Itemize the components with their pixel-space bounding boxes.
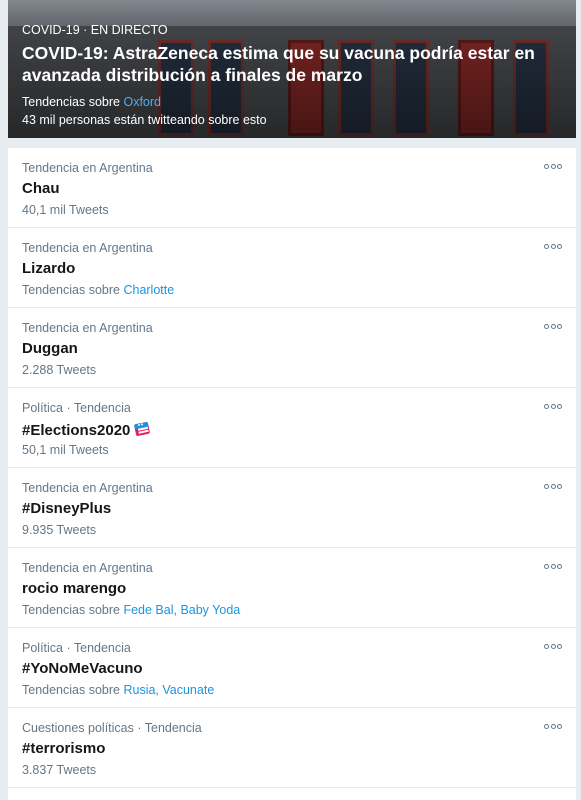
trends-panel: COVID-19 · EN DIRECTO COVID-19: AstraZen… xyxy=(7,0,577,800)
trend-tweet-count: 40,1 mil Tweets xyxy=(22,203,109,217)
more-options-icon[interactable] xyxy=(544,720,562,732)
trend-tweet-count: 2.288 Tweets xyxy=(22,363,97,377)
section-gap xyxy=(8,138,576,148)
trending-with-link[interactable]: Fede Bal, Baby Yoda xyxy=(123,603,240,617)
trend-related: Tendencias sobre Charlotte xyxy=(22,283,174,298)
trend-item[interactable]: Cuestiones políticas · Tendencia #terror… xyxy=(8,708,576,788)
more-options-icon[interactable] xyxy=(544,320,562,332)
trending-with-label: Tendencias sobre xyxy=(22,95,120,109)
trend-name-text: #Elections2020 xyxy=(22,422,131,439)
trending-with-link[interactable]: Oxford xyxy=(123,95,161,109)
trend-tweet-count: 9.935 Tweets xyxy=(22,523,97,537)
trend-name[interactable]: Duggan xyxy=(22,339,78,358)
trending-with-label: Tendencias sobre xyxy=(22,603,120,617)
trend-name[interactable]: #terrorismo xyxy=(22,739,105,758)
more-options-icon[interactable] xyxy=(544,240,562,252)
trending-with-label: Tendencias sobre xyxy=(22,683,120,697)
trend-context: Política · Tendencia xyxy=(22,641,131,655)
trend-item[interactable]: Tendencia en Argentina #DisneyPlus 9.935… xyxy=(8,468,576,548)
trend-tweet-count: 50,1 mil Tweets xyxy=(22,443,109,457)
trend-context: Tendencia en Argentina xyxy=(22,481,153,495)
trend-tweet-count: 3.837 Tweets xyxy=(22,763,97,777)
trend-name[interactable]: Lizardo xyxy=(22,259,75,278)
trend-item[interactable]: Tendencia en Argentina Chau 40,1 mil Twe… xyxy=(8,148,576,228)
trend-name[interactable]: #Elections2020 xyxy=(22,419,152,440)
trend-context: Política · Tendencia xyxy=(22,401,131,415)
trending-with-label: Tendencias sobre xyxy=(22,283,120,297)
ballot-box-icon xyxy=(134,422,151,436)
trend-item[interactable]: Tendencia en Argentina Lizardo Tendencia… xyxy=(8,228,576,308)
trend-item[interactable]: Tendencia en Argentina rocio marengo Ten… xyxy=(8,548,576,628)
trend-item[interactable]: Política · Tendencia #Elections2020 50,1… xyxy=(8,388,576,468)
trend-related: Tendencias sobre Rusia, Vacunate xyxy=(22,683,214,698)
more-options-icon[interactable] xyxy=(544,560,562,572)
event-title[interactable]: COVID-19: AstraZeneca estima que su vacu… xyxy=(22,42,570,86)
event-trending-with: Tendencias sobre Oxford xyxy=(22,95,161,110)
trend-name[interactable]: Chau xyxy=(22,179,60,198)
featured-event[interactable]: COVID-19 · EN DIRECTO COVID-19: AstraZen… xyxy=(8,0,576,138)
more-options-icon[interactable] xyxy=(544,160,562,172)
trend-name[interactable]: #DisneyPlus xyxy=(22,499,111,518)
trend-name[interactable]: rocio marengo xyxy=(22,579,126,598)
trend-item[interactable]: Tendencia en Argentina Duggan 2.288 Twee… xyxy=(8,308,576,388)
more-options-icon[interactable] xyxy=(544,640,562,652)
more-options-icon[interactable] xyxy=(544,480,562,492)
event-tweet-count: 43 mil personas están twitteando sobre e… xyxy=(22,113,267,127)
trend-context: Tendencia en Argentina xyxy=(22,561,153,575)
more-options-icon[interactable] xyxy=(544,400,562,412)
event-context: COVID-19 · EN DIRECTO xyxy=(22,23,168,37)
trend-related: Tendencias sobre Fede Bal, Baby Yoda xyxy=(22,603,240,618)
trend-context: Cuestiones políticas · Tendencia xyxy=(22,721,202,735)
trending-with-link[interactable]: Charlotte xyxy=(123,283,174,297)
trend-context: Tendencia en Argentina xyxy=(22,241,153,255)
trend-item[interactable]: Política · Tendencia #YoNoMeVacuno Tende… xyxy=(8,628,576,708)
trending-with-link[interactable]: Rusia, Vacunate xyxy=(123,683,214,697)
trend-context: Tendencia en Argentina xyxy=(22,161,153,175)
trend-context: Tendencia en Argentina xyxy=(22,321,153,335)
trend-name[interactable]: #YoNoMeVacuno xyxy=(22,659,143,678)
